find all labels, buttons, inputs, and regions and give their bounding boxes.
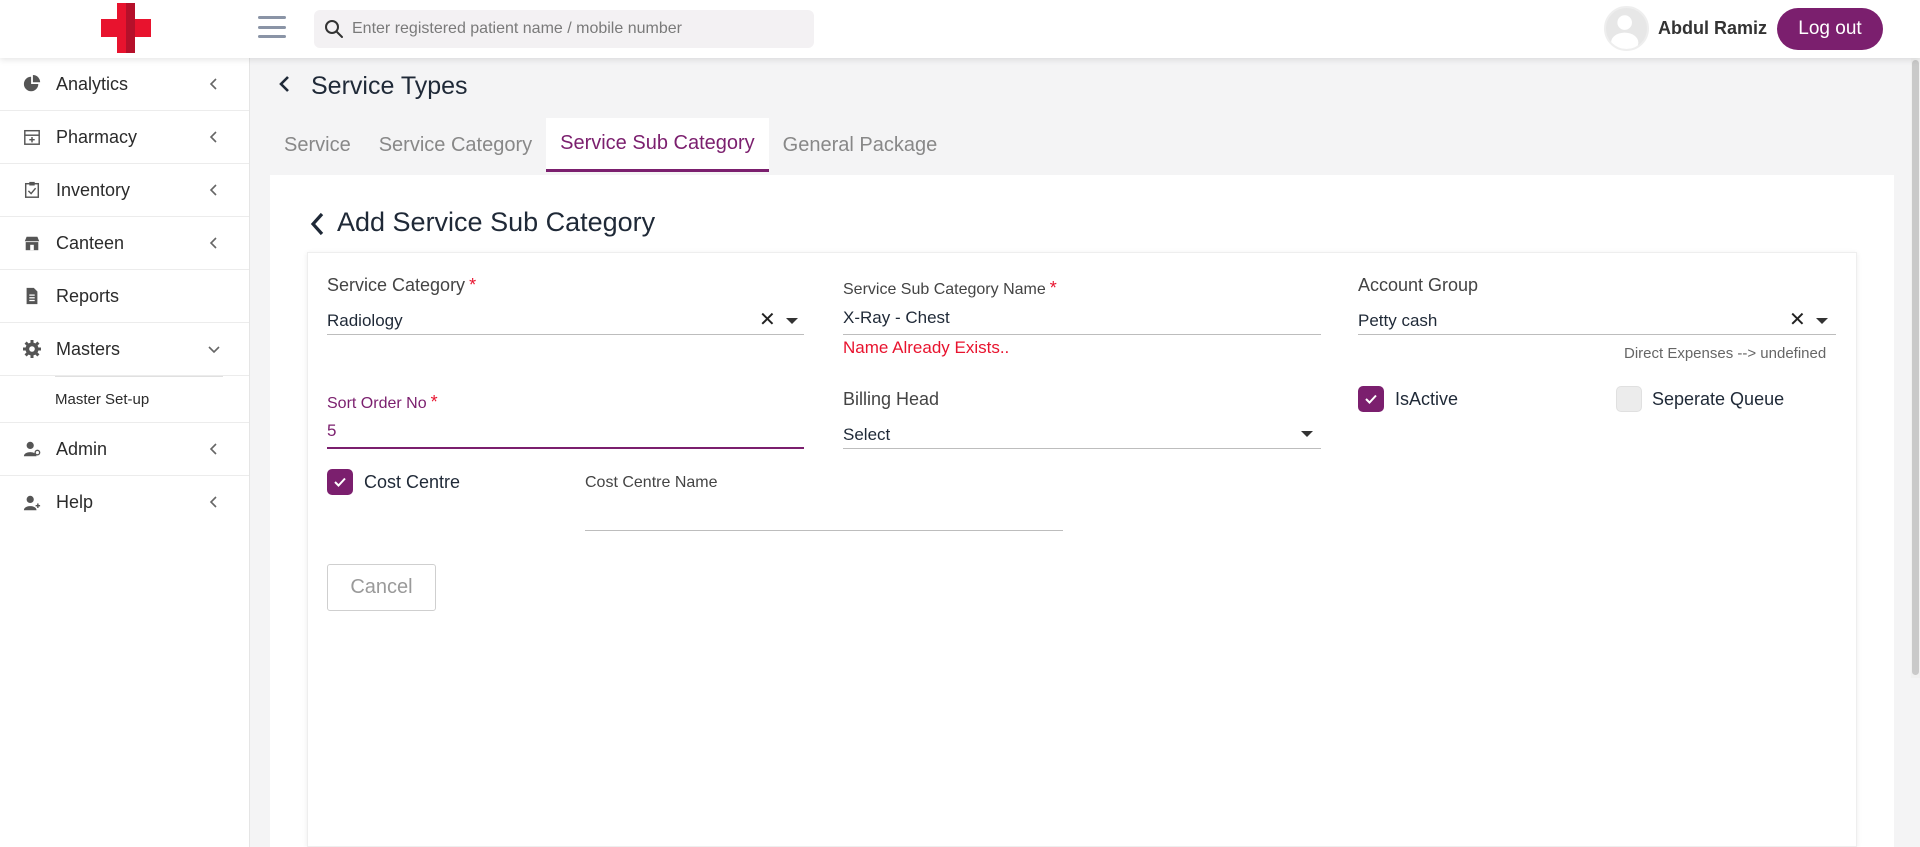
billing-head-select[interactable]: Select [843, 425, 890, 445]
search-input[interactable] [352, 20, 792, 38]
dropdown-caret-icon[interactable] [1301, 431, 1313, 437]
check-icon [1365, 394, 1377, 404]
sidebar-item-inventory[interactable]: Inventory [0, 164, 249, 217]
sidebar-item-label: Pharmacy [56, 126, 138, 147]
sidebar-item-reports[interactable]: Reports [0, 270, 249, 323]
clear-icon[interactable]: ✕ [1789, 310, 1806, 330]
hospital-cross-logo [101, 3, 151, 53]
sidebar-item-masters[interactable]: Masters [0, 323, 249, 376]
chevron-left-icon [209, 496, 217, 508]
separate-queue-label: Seperate Queue [1652, 389, 1785, 409]
sidebar-item-label: Reports [56, 285, 120, 306]
sidebar: Analytics Pharmacy Inventory Canteen Rep… [0, 58, 250, 847]
sidebar-item-label: Inventory [56, 179, 131, 200]
sidebar-item-canteen[interactable]: Canteen [0, 217, 249, 270]
scrollbar-thumb[interactable] [1912, 60, 1919, 675]
sidebar-item-admin[interactable]: Admin [0, 423, 249, 476]
sort-order-label: Sort Order No * [327, 392, 438, 412]
tab-service[interactable]: Service [270, 118, 365, 172]
sidebar-item-help[interactable]: Help [0, 476, 249, 529]
check-icon [334, 477, 346, 487]
back-arrow-icon[interactable] [308, 210, 326, 238]
pharmacy-icon [22, 127, 42, 147]
sidebar-item-analytics[interactable]: Analytics [0, 58, 249, 111]
form-panel [307, 252, 1857, 847]
cost-centre-label: Cost Centre [364, 472, 461, 492]
account-group-select[interactable]: Petty cash [1358, 311, 1437, 331]
logout-button[interactable]: Log out [1777, 8, 1883, 50]
billing-head-label: Billing Head [843, 389, 940, 409]
account-group-label: Account Group [1358, 275, 1479, 295]
dropdown-caret-icon[interactable] [1816, 318, 1828, 324]
cancel-button[interactable]: Cancel [327, 564, 436, 611]
chevron-left-icon [209, 443, 217, 455]
sidebar-item-label: Help [56, 492, 94, 512]
tab-general-package[interactable]: General Package [769, 118, 952, 172]
gear-icon [22, 339, 42, 359]
chevron-down-icon [208, 346, 220, 354]
sort-order-input[interactable]: 5 [327, 421, 336, 441]
tab-service-category[interactable]: Service Category [365, 118, 546, 172]
chevron-left-icon [209, 131, 217, 143]
sidebar-item-pharmacy[interactable]: Pharmacy [0, 111, 249, 164]
sidebar-item-label: Masters [56, 338, 121, 359]
top-bar: Abdul Ramiz Log out [0, 0, 1920, 58]
sidebar-subitem-master-setup[interactable]: Master Set-up [0, 376, 249, 423]
sidebar-item-label: Analytics [56, 73, 129, 94]
sidebar-subitem-label: Master Set-up [55, 390, 150, 408]
report-icon [22, 286, 42, 306]
back-arrow-icon[interactable] [276, 74, 292, 94]
service-category-select[interactable]: Radiology [327, 311, 403, 331]
patient-search-box [314, 10, 814, 48]
tab-bar: Service Service Category Service Sub Cat… [270, 118, 951, 172]
is-active-checkbox[interactable] [1358, 386, 1384, 412]
clear-icon[interactable]: ✕ [759, 310, 776, 330]
error-message: Name Already Exists.. [843, 338, 1010, 357]
avatar[interactable] [1604, 6, 1649, 51]
sub-category-name-label: Service Sub Category Name * [843, 278, 1057, 298]
is-active-label: IsActive [1395, 389, 1459, 409]
clipboard-icon [22, 180, 42, 200]
sidebar-item-label: Canteen [56, 232, 125, 253]
service-category-label: Service Category * [327, 275, 477, 295]
cost-centre-checkbox[interactable] [327, 469, 353, 495]
sub-category-name-input[interactable]: X-Ray - Chest [843, 308, 950, 328]
page-title: Service Types [311, 72, 468, 100]
store-icon [22, 233, 42, 253]
user-name: Abdul Ramiz [1658, 18, 1768, 38]
cost-centre-name-label: Cost Centre Name [585, 474, 718, 491]
chevron-left-icon [209, 78, 217, 90]
dropdown-caret-icon[interactable] [786, 318, 798, 324]
form-title: Add Service Sub Category [337, 207, 656, 237]
tab-service-sub-category[interactable]: Service Sub Category [546, 118, 769, 172]
hamburger-menu-icon[interactable] [258, 16, 286, 38]
chevron-left-icon [209, 184, 217, 196]
separate-queue-checkbox[interactable] [1616, 386, 1642, 412]
search-icon [325, 20, 343, 38]
user-plus-icon [22, 493, 42, 513]
pie-chart-icon [22, 74, 42, 94]
account-group-hint: Direct Expenses --> undefined [1624, 345, 1827, 362]
sidebar-item-label: Admin [56, 438, 108, 459]
chevron-left-icon [209, 237, 217, 249]
user-gear-icon [22, 439, 42, 459]
